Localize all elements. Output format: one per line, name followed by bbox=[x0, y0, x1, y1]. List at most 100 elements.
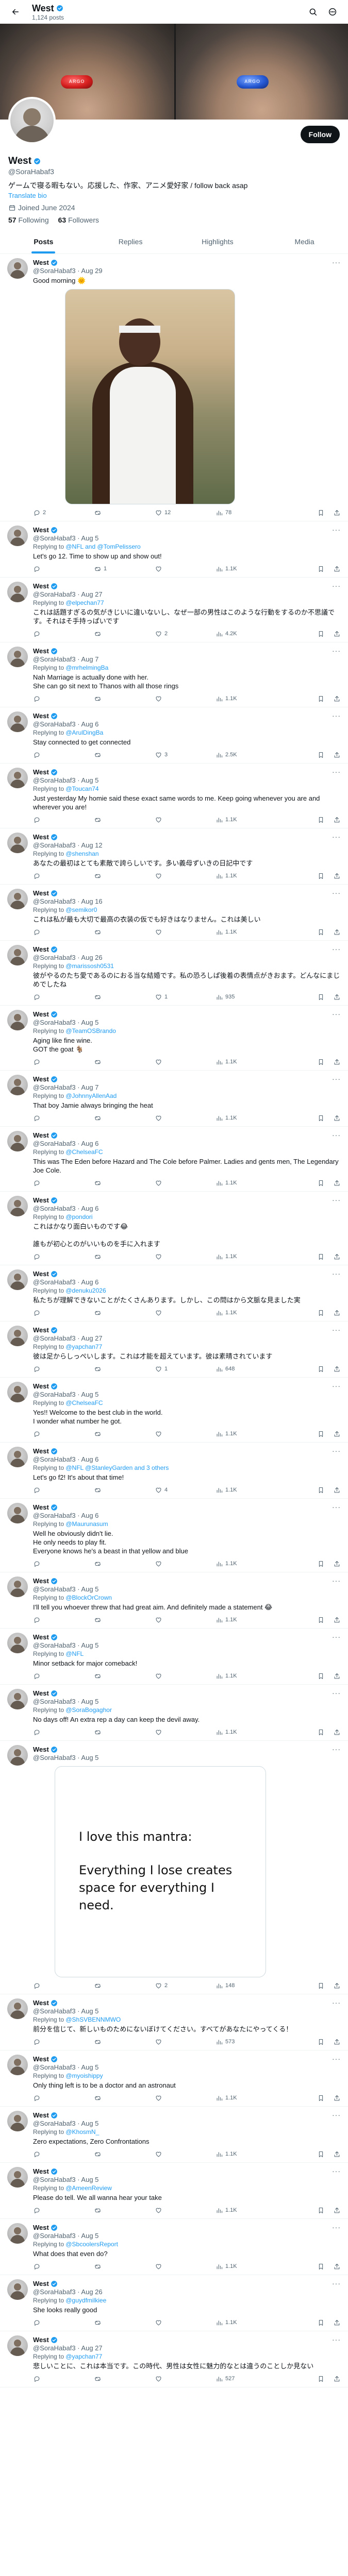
post-author-name[interactable]: West bbox=[33, 1447, 49, 1455]
share-button[interactable] bbox=[333, 565, 341, 573]
post-avatar[interactable] bbox=[7, 2111, 28, 2131]
reply-mention-link[interactable]: @SoraBogaghor bbox=[65, 1706, 112, 1714]
reply-button[interactable] bbox=[33, 2150, 94, 2158]
repost-button[interactable] bbox=[94, 2207, 155, 2214]
post-avatar[interactable] bbox=[7, 1577, 28, 1597]
repost-button[interactable] bbox=[94, 2094, 155, 2102]
reply-button[interactable] bbox=[33, 1058, 94, 1066]
share-button[interactable] bbox=[333, 2263, 341, 2270]
like-button[interactable]: 12 bbox=[155, 509, 216, 517]
bookmark-button[interactable] bbox=[317, 993, 325, 1001]
like-button[interactable]: 1 bbox=[155, 1365, 216, 1373]
post-more-icon[interactable]: ··· bbox=[332, 1633, 341, 1641]
post-avatar[interactable] bbox=[7, 1382, 28, 1402]
bookmark-button[interactable] bbox=[317, 928, 325, 936]
post-avatar[interactable] bbox=[7, 2279, 28, 2300]
reply-mention-link[interactable]: @mrhelmingBa bbox=[65, 664, 108, 671]
reply-mention-link[interactable]: @marissosh­0531 bbox=[65, 962, 114, 970]
post-avatar[interactable] bbox=[7, 1633, 28, 1653]
reply-button[interactable]: 2 bbox=[33, 509, 94, 517]
share-button[interactable] bbox=[333, 1560, 341, 1568]
share-button[interactable] bbox=[333, 2375, 341, 2383]
post-more-icon[interactable]: ··· bbox=[332, 582, 341, 590]
repost-button[interactable] bbox=[94, 1982, 155, 1990]
post-more-icon[interactable]: ··· bbox=[332, 833, 341, 841]
post-more-icon[interactable]: ··· bbox=[332, 2111, 341, 2120]
like-button[interactable] bbox=[155, 1253, 216, 1261]
following-link[interactable]: 57 Following bbox=[8, 216, 49, 224]
share-button[interactable] bbox=[333, 993, 341, 1001]
share-button[interactable] bbox=[333, 751, 341, 759]
followers-link[interactable]: 63 Followers bbox=[58, 216, 99, 224]
repost-button[interactable] bbox=[94, 1365, 155, 1373]
share-button[interactable] bbox=[333, 1253, 341, 1261]
repost-button[interactable] bbox=[94, 509, 155, 517]
like-button[interactable] bbox=[155, 2150, 216, 2158]
share-button[interactable] bbox=[333, 509, 341, 517]
post-more-icon[interactable]: ··· bbox=[332, 647, 341, 655]
repost-button[interactable] bbox=[94, 872, 155, 880]
bookmark-button[interactable] bbox=[317, 816, 325, 824]
views-button[interactable]: 1.1K bbox=[216, 1114, 261, 1122]
like-button[interactable] bbox=[155, 1058, 216, 1066]
bookmark-button[interactable] bbox=[317, 1309, 325, 1317]
reply-mention-link[interactable]: @myoishippy bbox=[65, 2072, 103, 2079]
post-avatar[interactable] bbox=[7, 1745, 28, 1766]
like-button[interactable] bbox=[155, 695, 216, 703]
post-avatar[interactable] bbox=[7, 1447, 28, 1467]
views-button[interactable]: 1.1K bbox=[216, 565, 261, 573]
post[interactable]: West ··· @SoraHabaf3 · Aug 27 Replying to @… bbox=[0, 2331, 348, 2387]
post-author-name[interactable]: West bbox=[33, 1503, 49, 1512]
views-button[interactable]: 1.1K bbox=[216, 1560, 261, 1568]
tab-replies[interactable]: Replies bbox=[87, 229, 174, 253]
share-button[interactable] bbox=[333, 1982, 341, 1990]
post-more-icon[interactable]: ··· bbox=[332, 2223, 341, 2232]
repost-button[interactable] bbox=[94, 1114, 155, 1122]
bookmark-button[interactable] bbox=[317, 1728, 325, 1736]
back-button[interactable] bbox=[7, 4, 24, 20]
like-button[interactable] bbox=[155, 1309, 216, 1317]
post-avatar[interactable] bbox=[7, 2223, 28, 2244]
views-button[interactable]: 1.1K bbox=[216, 1179, 261, 1187]
reply-button[interactable] bbox=[33, 1179, 94, 1187]
views-button[interactable]: 1.1K bbox=[216, 1616, 261, 1624]
repost-button[interactable] bbox=[94, 695, 155, 703]
share-button[interactable] bbox=[333, 2150, 341, 2158]
post-author-name[interactable]: West bbox=[33, 945, 49, 954]
reply-mention-link[interactable]: @BlockOrCrown bbox=[65, 1594, 112, 1601]
post-author-name[interactable]: West bbox=[33, 1577, 49, 1585]
share-button[interactable] bbox=[333, 630, 341, 638]
post-author-name[interactable]: West bbox=[33, 833, 49, 841]
post[interactable]: West ··· @SoraHabaf3 · Aug 5 Replying to @m… bbox=[0, 2050, 348, 2107]
reply-button[interactable] bbox=[33, 816, 94, 824]
repost-button[interactable] bbox=[94, 2375, 155, 2383]
bookmark-button[interactable] bbox=[317, 2207, 325, 2214]
views-button[interactable]: 1.1K bbox=[216, 695, 261, 703]
like-button[interactable] bbox=[155, 872, 216, 880]
views-button[interactable]: 573 bbox=[216, 2038, 261, 2046]
repost-button[interactable] bbox=[94, 1309, 155, 1317]
post-avatar[interactable] bbox=[7, 582, 28, 602]
repost-button[interactable] bbox=[94, 816, 155, 824]
post-author-name[interactable]: West bbox=[33, 2055, 49, 2063]
reply-mention-link[interactable]: @ChelseaFC bbox=[65, 1399, 103, 1406]
search-button[interactable] bbox=[305, 4, 321, 20]
share-button[interactable] bbox=[333, 1179, 341, 1187]
post[interactable]: West ··· @SoraHabaf3 · Aug 27 Replying to @… bbox=[0, 1321, 348, 1378]
reply-mention-link[interactable]: @Toucan74 bbox=[65, 785, 98, 792]
reply-mention-link[interactable]: @yapchan77 bbox=[65, 1343, 102, 1350]
reply-mention-link[interactable]: @NFL @StanleyGarden and 3 others bbox=[65, 1464, 169, 1471]
profile-avatar[interactable] bbox=[8, 97, 56, 144]
like-button[interactable]: 2 bbox=[155, 630, 216, 638]
post-more-icon[interactable]: ··· bbox=[332, 768, 341, 776]
post[interactable]: West ··· @SoraHabaf3 · Aug 6 Replying to @N… bbox=[0, 1443, 348, 1499]
post-author-name[interactable]: West bbox=[33, 2279, 49, 2288]
share-button[interactable] bbox=[333, 1365, 341, 1373]
post-author-name[interactable]: West bbox=[33, 1269, 49, 1278]
reply-mention-link[interactable]: @NFL bbox=[65, 1650, 84, 1657]
bookmark-button[interactable] bbox=[317, 1616, 325, 1624]
bookmark-button[interactable] bbox=[317, 2375, 325, 2383]
views-button[interactable]: 1.1K bbox=[216, 1728, 261, 1736]
post[interactable]: West ··· @SoraHabaf3 · Aug 27 Replying to @… bbox=[0, 578, 348, 642]
reply-button[interactable] bbox=[33, 1309, 94, 1317]
